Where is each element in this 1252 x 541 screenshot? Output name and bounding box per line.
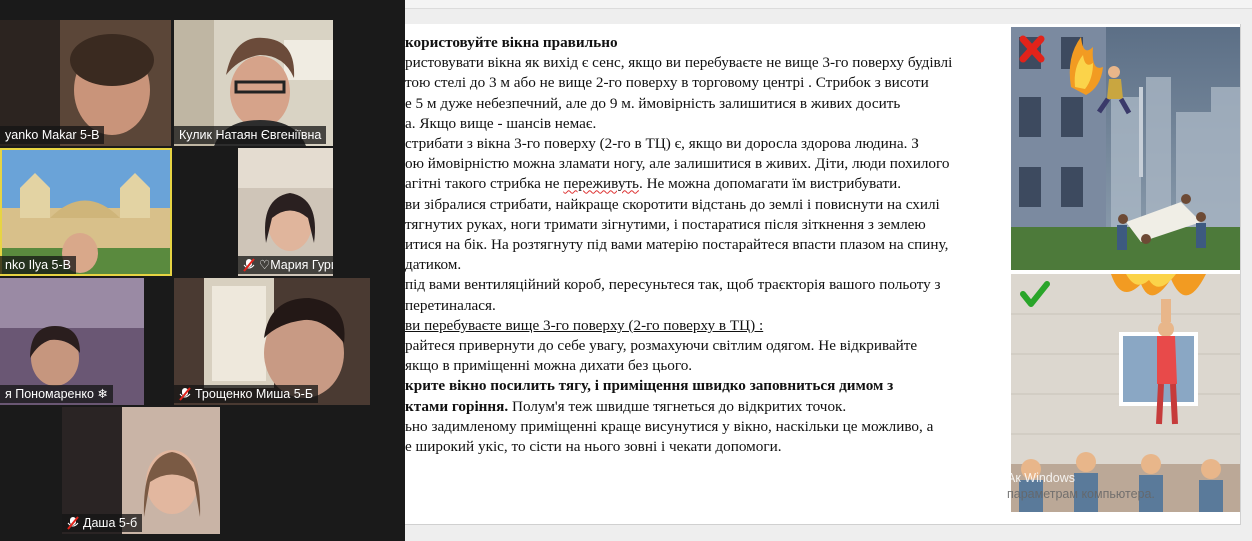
watermark-line-1: Ак Windows <box>1007 471 1075 485</box>
participant-name: Даша 5-б <box>62 514 143 532</box>
slide-line-rest: Полум'я теж швидше тягнеться до відкрити… <box>508 397 847 415</box>
participant-name: yanko Makar 5-В <box>0 126 105 144</box>
video-tile[interactable]: Кулик Натаян Євгеніївна <box>174 20 333 146</box>
participant-name: Трощенко Миша 5-Б <box>174 385 319 403</box>
slide-line: ьно задимленому приміщенні краще висунут… <box>405 417 934 435</box>
participant-name: Кулик Натаян Євгеніївна <box>174 126 327 144</box>
slide-line: ристовувати вікна як вихід є сенс, якщо … <box>405 54 953 72</box>
slide-line: агітні такого стрибка не переживуть. Не … <box>405 175 902 193</box>
video-tile[interactable]: yanko Makar 5-В <box>0 20 171 146</box>
slide-line: якщо в приміщенні можна дихати без цього… <box>405 357 693 375</box>
video-tile-active[interactable]: nko Ilya 5-В <box>0 148 172 276</box>
illustration-wrong <box>1011 27 1240 270</box>
video-tile[interactable]: Трощенко Миша 5-Б <box>174 278 370 405</box>
video-tile[interactable]: я Пономаренко ❄ <box>0 278 144 405</box>
slide-top-bar <box>405 0 1252 9</box>
slide-line: стрибати з вікна 3-го поверху (2-го в ТЦ… <box>405 135 919 153</box>
spellcheck-flagged-word: переживуть <box>563 175 639 193</box>
slide-line: тою стелі до 3 м або не вище 2-го поверх… <box>405 74 929 92</box>
video-tile[interactable]: Даша 5-б <box>62 407 220 534</box>
slide-line: итися на бік. На розтягнуту під вами мат… <box>405 236 949 254</box>
slide-line: під вами вентиляційний короб, пересуньте… <box>405 276 941 294</box>
slide-line: ою ймовірністю можна зламати ногу, але з… <box>405 155 950 173</box>
watermark-line-2: параметрам компьютера. <box>1007 487 1155 501</box>
mic-muted-icon <box>179 387 191 401</box>
slide-line: е широкий укіс, то сісти на нього зовні … <box>405 438 782 456</box>
slide-line: е 5 м дуже небезпечний, але до 9 м. ймов… <box>405 94 901 112</box>
participant-name: nko Ilya 5-В <box>0 256 77 274</box>
slide-text: користовуйте вікна правильно ристовувати… <box>405 33 1003 457</box>
mic-muted-icon <box>67 516 79 530</box>
slide-line: а. Якщо вище - шансів немає. <box>405 114 597 132</box>
video-gallery: yanko Makar 5-В Кулик Натаян Євгеніївна … <box>0 0 405 541</box>
slide-line: райтеся привернути до себе увагу, розмах… <box>405 337 918 355</box>
slide-line: ктами горіння. Полум'я теж швидше тягнет… <box>405 397 1003 417</box>
slide-line: тягнутих руках, ноги тримати зігнутими, … <box>405 215 926 233</box>
slide-line: крите вікно посилить тягу, і приміщення … <box>405 377 894 395</box>
slide-line: ви перебуваєте вище 3-го поверху (2-го п… <box>405 316 764 334</box>
mic-muted-icon <box>243 258 255 272</box>
participant-name: ♡Мария Гурий♡ <box>238 256 333 274</box>
windows-activation-watermark: Ак Windows параметрам компьютера. <box>1007 470 1252 502</box>
slide-line-bold: ктами горіння. <box>405 397 509 415</box>
slide-line: перетиналася. <box>405 296 496 314</box>
participant-name: я Пономаренко ❄ <box>0 385 113 403</box>
slide-line: датиком. <box>405 256 462 274</box>
slide-line: ви зібралися стрибати, найкраще скоротит… <box>405 195 940 213</box>
slide-line: користовуйте вікна правильно <box>405 34 618 51</box>
video-tile[interactable]: ♡Мария Гурий♡ <box>238 148 333 276</box>
